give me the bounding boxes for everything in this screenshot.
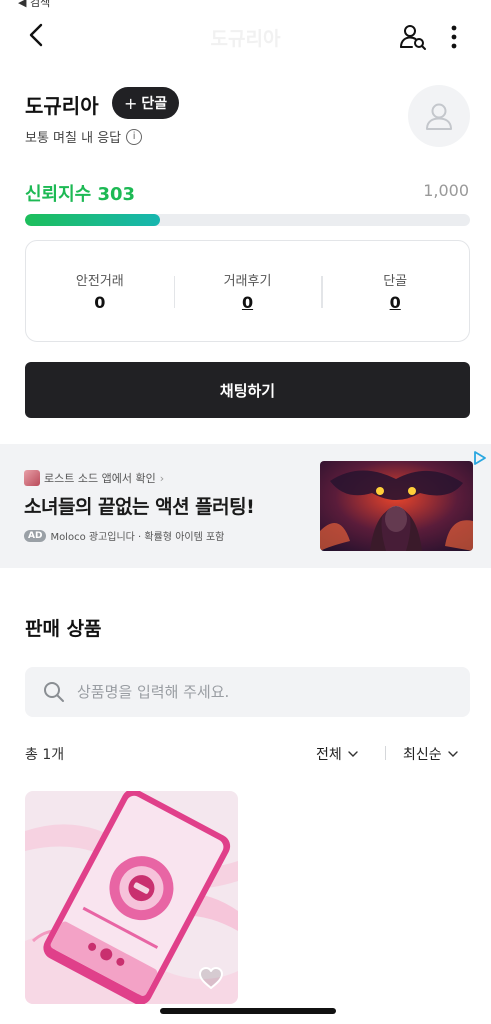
- info-icon[interactable]: i: [126, 128, 143, 145]
- trust-score-max: 1,000: [423, 181, 469, 200]
- plus-icon: +: [124, 93, 138, 113]
- trade-stats: 안전거래 0 거래후기 0 단골 0: [25, 240, 470, 342]
- avatar[interactable]: [408, 85, 470, 147]
- filter-dropdown[interactable]: 전체: [316, 744, 359, 764]
- adchoices-icon[interactable]: [472, 450, 488, 466]
- stat-value[interactable]: 0: [390, 293, 401, 312]
- stat-label: 단골: [383, 274, 408, 289]
- search-icon: [44, 682, 64, 702]
- ad-source: 로스트 소드 앱에서 확인 ›: [24, 470, 164, 486]
- favorite-button[interactable]: [198, 966, 224, 990]
- stat-reviews[interactable]: 거래후기 0: [173, 241, 322, 341]
- response-time-label: 보통 며칠 내 응답: [25, 131, 122, 146]
- stat-label: 거래후기: [223, 274, 272, 289]
- stat-label: 안전거래: [75, 274, 124, 289]
- response-time: 보통 며칠 내 응답 i: [25, 127, 143, 146]
- chat-button[interactable]: 채팅하기: [25, 362, 470, 418]
- status-back-link[interactable]: ◀ 검색: [18, 0, 50, 10]
- user-search-icon: [400, 25, 426, 50]
- ad-image: [320, 461, 473, 551]
- section-title: 판매 상품: [25, 618, 102, 640]
- follow-button[interactable]: + 단골: [112, 87, 180, 119]
- ad-source-label: 로스트 소드 앱에서 확인: [44, 472, 156, 485]
- trust-progress-bar: [25, 214, 470, 226]
- search-input[interactable]: [77, 683, 437, 701]
- stat-regulars[interactable]: 단골 0: [321, 241, 469, 341]
- top-bar: 도규리아: [0, 14, 491, 58]
- stat-value: 0: [94, 293, 106, 312]
- ad-app-icon: [24, 470, 40, 486]
- ad-headline: 소녀들의 끝없는 액션 플러팅!: [24, 496, 255, 518]
- sort-label: 최신순: [403, 747, 442, 763]
- ad-disclaimer-text: Moloco 광고입니다 · 확률형 아이템 포함: [50, 532, 225, 543]
- sort-dropdown[interactable]: 최신순: [403, 744, 459, 764]
- profile-name: 도규리아: [25, 94, 99, 118]
- stat-safe-trades[interactable]: 안전거래 0: [26, 241, 174, 341]
- more-options-button[interactable]: [442, 22, 466, 52]
- ad-banner[interactable]: 로스트 소드 앱에서 확인 › 소녀들의 끝없는 액션 플러팅! AD Molo…: [0, 444, 491, 568]
- follow-button-label: 단골: [141, 96, 168, 112]
- avatar-placeholder-icon: [426, 103, 452, 130]
- home-indicator: [160, 1008, 336, 1014]
- heart-icon: [199, 967, 223, 989]
- ad-badge: AD: [24, 529, 47, 542]
- chevron-right-icon: ›: [159, 471, 165, 485]
- more-icon: [451, 25, 457, 49]
- trust-progress-fill: [25, 214, 160, 226]
- ad-disclaimer: AD Moloco 광고입니다 · 확률형 아이템 포함: [24, 528, 224, 543]
- trust-score-label: 신뢰지수 303: [25, 184, 136, 205]
- stat-value[interactable]: 0: [242, 293, 253, 312]
- product-search[interactable]: [25, 667, 470, 717]
- user-search-button[interactable]: [398, 22, 428, 52]
- chevron-down-icon: [447, 751, 458, 757]
- chevron-down-icon: [348, 751, 358, 757]
- filter-label: 전체: [316, 747, 342, 763]
- product-count: 총 1개: [25, 747, 65, 763]
- divider: [385, 746, 386, 760]
